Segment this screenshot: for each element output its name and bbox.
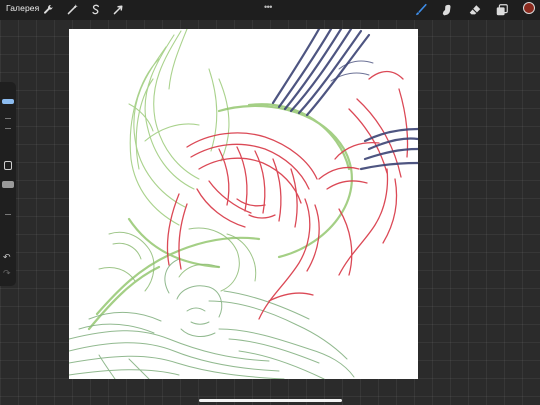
slider-tick	[5, 214, 11, 215]
layers-icon[interactable]	[495, 3, 509, 17]
brush-icon[interactable]	[414, 3, 428, 17]
undo-icon[interactable]: ↶	[3, 252, 11, 263]
gallery-button[interactable]: Галерея	[6, 3, 39, 13]
brush-size-thumb[interactable]	[2, 99, 14, 104]
top-toolbar: Галерея •••	[0, 0, 540, 20]
more-options-button[interactable]: •••	[264, 2, 272, 12]
opacity-slider[interactable]	[4, 192, 12, 244]
color-picker-button[interactable]	[523, 2, 535, 14]
sketch-artwork	[69, 29, 418, 379]
wrench-icon[interactable]	[42, 3, 55, 16]
modify-button[interactable]	[4, 161, 12, 170]
magic-wand-icon[interactable]	[66, 3, 79, 16]
smudge-finger-icon[interactable]	[440, 3, 454, 17]
selection-s-icon[interactable]	[89, 3, 102, 16]
brush-size-slider[interactable]	[4, 90, 12, 142]
redo-icon[interactable]: ↷	[3, 268, 11, 279]
drawing-canvas[interactable]	[69, 29, 418, 379]
eraser-icon[interactable]	[468, 3, 482, 17]
opacity-thumb[interactable]	[2, 181, 14, 188]
side-bar: ↶ ↷	[0, 82, 16, 286]
slider-tick	[5, 118, 11, 119]
slider-tick	[5, 128, 11, 129]
home-indicator[interactable]	[199, 399, 342, 402]
arrow-cursor-icon[interactable]	[112, 3, 125, 16]
